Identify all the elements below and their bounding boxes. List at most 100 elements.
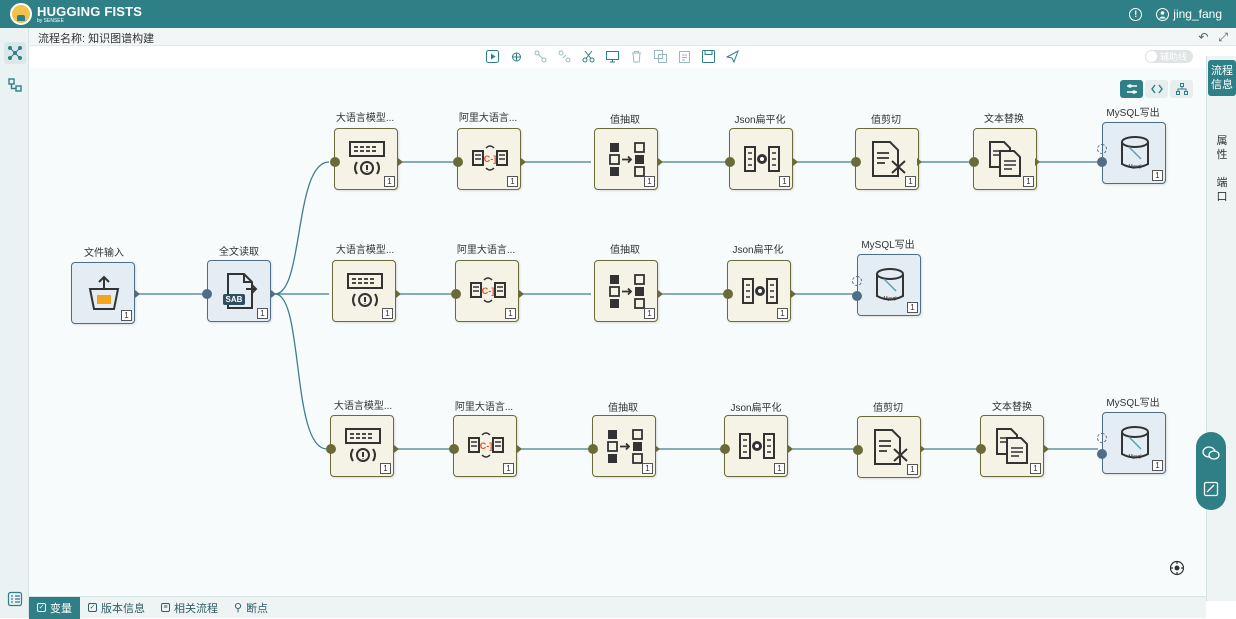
input-port[interactable] bbox=[852, 291, 862, 301]
node-text-replace[interactable]: 1 bbox=[980, 415, 1044, 477]
paste-icon[interactable] bbox=[676, 48, 692, 64]
node-json-flatten[interactable]: 1 bbox=[729, 128, 793, 190]
node-llm[interactable]: 1 bbox=[334, 128, 398, 190]
input-port[interactable] bbox=[449, 444, 459, 454]
output-port[interactable] bbox=[791, 290, 796, 298]
cut-icon[interactable] bbox=[580, 48, 596, 64]
code-view-icon[interactable] bbox=[1145, 80, 1168, 98]
node-value-extract[interactable]: 1 bbox=[594, 260, 658, 322]
tree-view-icon[interactable] bbox=[1170, 80, 1193, 98]
input-port[interactable] bbox=[851, 157, 861, 167]
output-port[interactable] bbox=[135, 290, 140, 298]
output-port[interactable] bbox=[519, 290, 524, 298]
node-count: 1 bbox=[384, 176, 395, 187]
tab-ports[interactable]: 端口 bbox=[1212, 176, 1232, 204]
node-text-replace[interactable]: 1 bbox=[973, 128, 1037, 190]
tab-breakpoints[interactable]: ⚲ 断点 bbox=[226, 597, 276, 619]
output-port[interactable] bbox=[1035, 158, 1040, 166]
output-port[interactable] bbox=[658, 290, 663, 298]
node-ali-llm[interactable]: C-] 1 bbox=[455, 260, 519, 322]
node-llm[interactable]: 1 bbox=[332, 260, 396, 322]
node-value-cut[interactable]: 1 bbox=[855, 128, 919, 190]
guide-line-toggle[interactable]: 辅助线 bbox=[1145, 50, 1193, 63]
node-label: 阿里大语言... bbox=[458, 113, 518, 124]
value-extract-icon bbox=[609, 274, 645, 309]
tab-version-info[interactable]: ✓ 版本信息 bbox=[80, 597, 153, 619]
unlink-icon[interactable] bbox=[556, 48, 572, 64]
node-value-cut[interactable]: 1 bbox=[857, 416, 921, 478]
undo-icon[interactable]: ↶ bbox=[1198, 30, 1208, 45]
node-json-flatten[interactable]: 1 bbox=[727, 260, 791, 322]
reset-view-icon[interactable] bbox=[1169, 560, 1185, 576]
optional-port[interactable] bbox=[1097, 433, 1107, 443]
output-port[interactable] bbox=[398, 158, 403, 166]
save-icon[interactable] bbox=[700, 48, 716, 64]
output-port[interactable] bbox=[658, 158, 663, 166]
output-port[interactable] bbox=[1044, 445, 1049, 453]
node-ali-llm[interactable]: C-] 1 bbox=[457, 128, 521, 190]
debug-icon[interactable] bbox=[508, 48, 524, 64]
input-port[interactable] bbox=[453, 157, 463, 167]
value-extract-icon bbox=[607, 429, 643, 464]
node-mysql-write[interactable]: Mysql 1 bbox=[1102, 122, 1166, 184]
delete-icon[interactable] bbox=[628, 48, 644, 64]
input-port[interactable] bbox=[202, 289, 212, 299]
input-port[interactable] bbox=[451, 289, 461, 299]
node-count: 1 bbox=[644, 176, 655, 187]
node-mysql-write[interactable]: Mysql 1 bbox=[1102, 412, 1166, 474]
output-port[interactable] bbox=[394, 445, 399, 453]
output-port[interactable] bbox=[521, 158, 526, 166]
flow-canvas[interactable]: 文件输入 1 全文读取 SAB 1 大语言模型... 1 阿里大语言... C-… bbox=[29, 68, 1205, 595]
feedback-icon[interactable] bbox=[1202, 480, 1220, 498]
output-port[interactable] bbox=[655, 445, 660, 453]
node-value-extract[interactable]: 1 bbox=[592, 415, 656, 477]
output-port[interactable] bbox=[793, 158, 798, 166]
list-panel-icon[interactable] bbox=[4, 588, 26, 610]
input-port[interactable] bbox=[853, 445, 863, 455]
link-icon[interactable] bbox=[532, 48, 548, 64]
input-port[interactable] bbox=[723, 289, 733, 299]
chat-icon[interactable] bbox=[1202, 444, 1220, 462]
app-logo[interactable]: HUGGING FISTS by SENSEE bbox=[10, 3, 142, 25]
input-port[interactable] bbox=[326, 444, 336, 454]
input-port[interactable] bbox=[969, 157, 979, 167]
tab-variables[interactable]: ✓ 变量 bbox=[29, 596, 80, 619]
output-port[interactable] bbox=[271, 290, 276, 298]
output-port[interactable] bbox=[788, 445, 793, 453]
tab-properties[interactable]: 属性 bbox=[1212, 134, 1232, 162]
input-port[interactable] bbox=[1097, 157, 1107, 167]
output-port[interactable] bbox=[517, 445, 522, 453]
mysql-icon: Mysql bbox=[876, 268, 904, 302]
node-mysql-write[interactable]: Mysql 1 bbox=[857, 254, 921, 316]
input-port[interactable] bbox=[588, 444, 598, 454]
node-value-extract[interactable]: 1 bbox=[594, 128, 658, 190]
output-port[interactable] bbox=[396, 290, 401, 298]
node-full-text-read[interactable]: SAB 1 bbox=[207, 260, 271, 322]
input-port[interactable] bbox=[330, 157, 340, 167]
output-port[interactable] bbox=[920, 445, 925, 453]
graph-view-icon[interactable] bbox=[1120, 80, 1143, 98]
input-port[interactable] bbox=[720, 444, 730, 454]
tab-related-flows[interactable]: ≡ 相关流程 bbox=[153, 597, 226, 619]
user-menu[interactable]: jing_fang bbox=[1156, 7, 1222, 21]
node-json-flatten[interactable]: 1 bbox=[724, 415, 788, 477]
node-ali-llm[interactable]: C-] 1 bbox=[453, 415, 517, 477]
flow-graph-icon[interactable] bbox=[4, 42, 26, 64]
input-port[interactable] bbox=[976, 444, 986, 454]
node-llm[interactable]: 1 bbox=[330, 415, 394, 477]
node-file-input[interactable]: 1 bbox=[71, 262, 135, 324]
output-port[interactable] bbox=[917, 158, 922, 166]
mysql-icon: Mysql bbox=[1121, 136, 1149, 170]
run-icon[interactable] bbox=[484, 48, 500, 64]
input-port[interactable] bbox=[725, 157, 735, 167]
preview-icon[interactable] bbox=[604, 48, 620, 64]
publish-icon[interactable] bbox=[724, 48, 740, 64]
optional-port[interactable] bbox=[852, 276, 862, 286]
copy-icon[interactable] bbox=[652, 48, 668, 64]
tab-flow-info[interactable]: 流程信息 bbox=[1208, 60, 1236, 96]
component-tree-icon[interactable] bbox=[4, 74, 26, 96]
input-port[interactable] bbox=[1097, 449, 1107, 459]
fullscreen-icon[interactable]: ⤢ bbox=[1218, 30, 1228, 45]
alert-icon[interactable]: ! bbox=[1129, 7, 1143, 21]
optional-port[interactable] bbox=[1097, 144, 1107, 154]
